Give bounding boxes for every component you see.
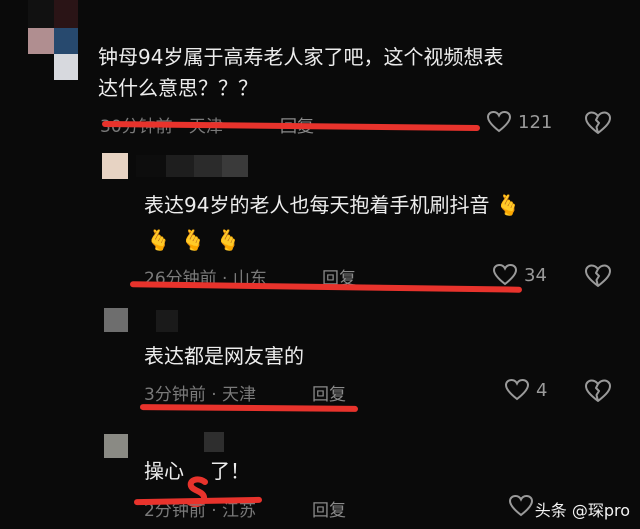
highlight-underline	[139, 404, 359, 412]
username-blurred[interactable]	[136, 155, 248, 177]
heart-icon	[486, 110, 512, 134]
comment-timestamp: 3分钟前 · 天津	[144, 385, 257, 405]
like-button[interactable]	[508, 494, 534, 518]
reply-button[interactable]: 回复	[312, 496, 346, 521]
watermark: 头条 @琛pro	[534, 501, 630, 520]
dislike-button[interactable]	[584, 378, 612, 404]
like-count: 4	[536, 379, 548, 401]
comment-text: 操心 了！	[144, 456, 250, 508]
broken-heart-icon	[584, 378, 612, 404]
avatar[interactable]	[104, 434, 128, 458]
reply-button[interactable]: 回复	[312, 380, 346, 405]
like-button[interactable]: 4	[504, 378, 547, 402]
crossed-fingers-heart-emoji: 🫰	[495, 193, 521, 217]
like-count: 34	[524, 264, 547, 286]
crossed-fingers-heart-emoji: 🫰	[180, 228, 216, 252]
comment-text: 表达94岁的老人也每天抱着手机刷抖音 🫰	[144, 190, 521, 220]
crossed-fingers-heart-emoji: 🫰	[146, 228, 181, 252]
avatar[interactable]	[104, 308, 128, 332]
like-button[interactable]: 121	[486, 110, 552, 134]
comment-text: 达什么意思？？？	[98, 76, 258, 100]
username-blurred[interactable]	[156, 310, 178, 332]
avatar[interactable]	[102, 153, 128, 179]
username-blurred[interactable]	[204, 432, 224, 452]
comment-text: 表达都是网友害的	[144, 344, 304, 368]
comment-text: 钟母94岁属于高寿老人家了吧，这个视频想表	[98, 45, 504, 69]
broken-heart-icon	[584, 263, 612, 289]
dislike-button[interactable]	[584, 263, 612, 289]
heart-icon	[492, 263, 518, 287]
like-count: 121	[518, 111, 553, 133]
crossed-fingers-heart-emoji: 🫰	[215, 228, 251, 252]
heart-icon	[508, 494, 534, 518]
comment-emojis: 🫰🫰🫰	[146, 225, 251, 255]
avatar[interactable]	[28, 0, 78, 80]
dislike-button[interactable]	[584, 110, 612, 136]
heart-icon	[504, 378, 530, 402]
broken-heart-icon	[584, 110, 612, 136]
like-button[interactable]: 34	[492, 263, 547, 287]
